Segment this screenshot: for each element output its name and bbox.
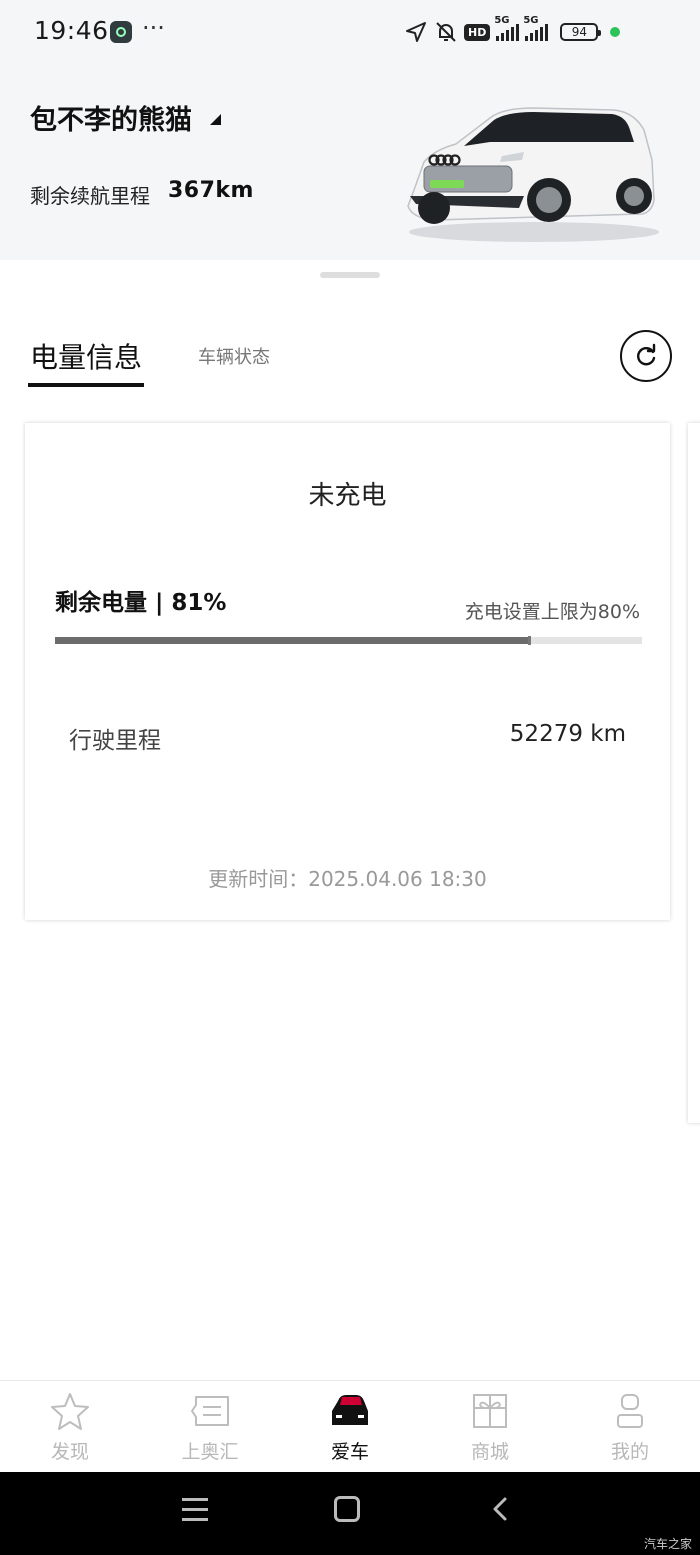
more-notifications-icon: ··· xyxy=(142,14,165,42)
privacy-indicator-dot xyxy=(610,27,621,37)
message-icon xyxy=(191,1396,229,1426)
nav-mall-label: 商城 xyxy=(470,1441,509,1463)
odometer-value: 52279 km xyxy=(509,721,626,747)
bell-off-icon xyxy=(436,22,456,42)
location-arrow-icon xyxy=(406,22,426,42)
signal-5g-icon: 5G xyxy=(494,15,520,41)
battery-icon: 94 xyxy=(560,23,602,41)
gift-icon xyxy=(473,1394,507,1428)
vehicle-switch-caret-icon[interactable] xyxy=(210,114,221,125)
battery-info-card: 未充电 剩余电量 | 81% 充电设置上限为80% 行驶里程 52279 km … xyxy=(25,423,670,920)
nav-my-car[interactable]: 爱车 xyxy=(280,1381,420,1473)
signal-5g-icon: 5G xyxy=(523,15,549,41)
remaining-charge: 剩余电量 | 81% xyxy=(55,590,227,616)
range-label: 剩余续航里程 xyxy=(30,184,150,208)
hd-icon: HD xyxy=(464,23,491,41)
tab-vehicle-status[interactable]: 车辆状态 xyxy=(198,343,270,369)
refresh-icon xyxy=(637,343,656,366)
watermark: 汽车之家 xyxy=(643,1537,692,1551)
nav-me-label: 我的 xyxy=(610,1441,649,1463)
charge-progress-fill xyxy=(55,637,531,644)
nav-audi-club[interactable]: 上奥汇 xyxy=(140,1381,280,1473)
user-icon xyxy=(617,1394,643,1428)
charging-status: 未充电 xyxy=(308,481,387,511)
nav-my-car-label: 爱车 xyxy=(330,1441,369,1463)
home-icon[interactable] xyxy=(334,1496,360,1522)
system-navigation-bar xyxy=(0,1472,700,1555)
odometer-label: 行驶里程 xyxy=(69,728,161,754)
back-icon[interactable] xyxy=(488,1496,514,1522)
nav-discover-label: 发现 xyxy=(50,1441,89,1463)
sheet-drag-handle[interactable] xyxy=(320,272,380,278)
vehicle-nickname[interactable]: 包不李的熊猫 xyxy=(30,98,192,137)
tab-active-indicator xyxy=(28,383,144,387)
refresh-button[interactable] xyxy=(620,330,672,382)
app-notification-icon xyxy=(110,21,132,43)
status-bar: 19:46 ··· HD 5G 5G 94 xyxy=(0,0,700,64)
range-value: 367km xyxy=(168,178,254,203)
nav-mall[interactable]: 商城 xyxy=(420,1381,560,1473)
status-icons: HD 5G 5G 94 xyxy=(404,15,621,46)
recent-apps-icon[interactable] xyxy=(182,1498,208,1521)
last-updated-time: 更新时间：2025.04.06 18:30 xyxy=(208,867,487,891)
car-icon xyxy=(332,1395,368,1425)
status-time: 19:46 xyxy=(34,16,109,45)
star-icon xyxy=(51,1393,89,1430)
charge-progress-bar xyxy=(55,636,642,645)
nav-discover[interactable]: 发现 xyxy=(0,1381,140,1473)
nav-me[interactable]: 我的 xyxy=(560,1381,700,1473)
bottom-navigation: 发现 上奥汇 爱车 商城 我的 xyxy=(0,1380,700,1473)
charge-limit-text: 充电设置上限为80% xyxy=(464,601,640,623)
nav-audi-club-label: 上奥汇 xyxy=(181,1441,239,1463)
network-type-2: 5G xyxy=(523,15,539,26)
car-image xyxy=(407,107,659,242)
next-card-peek[interactable] xyxy=(688,423,700,1123)
network-type-1: 5G xyxy=(494,15,510,26)
charge-limit-marker xyxy=(527,636,531,645)
tab-battery-info[interactable]: 电量信息 xyxy=(30,336,142,376)
